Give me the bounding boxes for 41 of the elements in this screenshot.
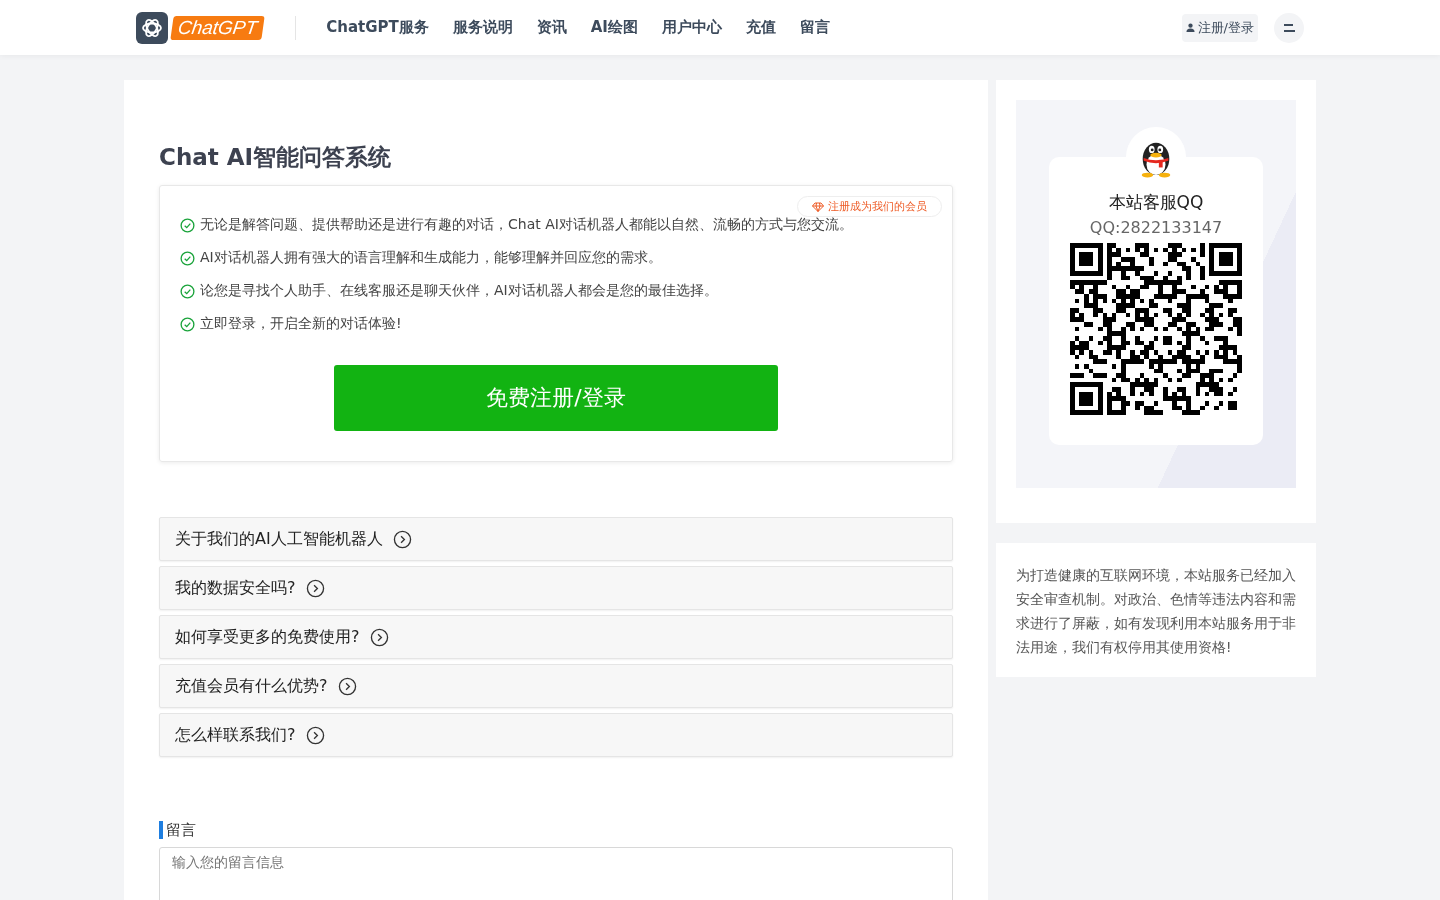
chevron-circle-icon [305, 578, 325, 598]
nav-link[interactable]: 充值 [745, 18, 776, 37]
check-circle-icon [180, 316, 195, 332]
chevron-circle-icon [392, 529, 412, 549]
menu-button[interactable] [1274, 12, 1304, 43]
nav-link[interactable]: AI绘图 [590, 18, 638, 37]
chevron-circle-icon [305, 725, 325, 745]
faq-question: 如何享受更多的免费使用? [175, 626, 360, 648]
login-button[interactable]: 注册/登录 [1181, 13, 1258, 42]
faq-item[interactable]: 充值会员有什么优势? [159, 664, 953, 708]
faq-item[interactable]: 如何享受更多的免费使用? [159, 615, 953, 659]
faq-question: 我的数据安全吗? [175, 577, 296, 599]
feature-text: 无论是解答问题、提供帮助还是进行有趣的对话，Chat AI对话机器人都能以自然、流畅的方式与您交流。 [200, 216, 853, 234]
qq-number: QQ:2822133147 [1089, 218, 1223, 237]
check-circle-icon [180, 283, 195, 299]
message-heading: 留言 [159, 821, 953, 839]
nav-link[interactable]: 留言 [799, 18, 830, 37]
check-circle-icon [180, 250, 195, 266]
contact-title: 本站客服QQ [1108, 191, 1204, 214]
section-title: Chat AI智能问答系统 [159, 143, 393, 172]
nav-link[interactable]: 资讯 [536, 18, 567, 37]
feature-text: 论您是寻找个人助手、在线客服还是聊天伙伴，AI对话机器人都会是您的最佳选择。 [200, 282, 718, 300]
faq-item[interactable]: 我的数据安全吗? [159, 566, 953, 610]
nav-link[interactable]: ChatGPT服务 [326, 18, 429, 37]
faq-question: 关于我们的AI人工智能机器人 [175, 528, 383, 550]
nav-link[interactable]: 用户中心 [661, 18, 722, 37]
feature-text: 立即登录，开启全新的对话体验! [200, 315, 402, 333]
user-icon [1185, 23, 1195, 32]
faq-question: 充值会员有什么优势? [175, 675, 328, 697]
message-field[interactable]: 输入您的留言信息 [159, 847, 953, 900]
chevron-circle-icon [369, 627, 389, 647]
menu-icon [1283, 22, 1295, 33]
faq-item[interactable]: 怎么样联系我们? [159, 713, 953, 757]
faq-item[interactable]: 关于我们的AI人工智能机器人 [159, 517, 953, 561]
chevron-circle-icon [337, 676, 357, 696]
diamond-icon [812, 201, 824, 212]
check-circle-icon [180, 217, 195, 233]
faq-question: 怎么样联系我们? [175, 724, 296, 746]
nav-link[interactable]: 服务说明 [452, 18, 513, 37]
feature-text: AI对话机器人拥有强大的语言理解和生成能力，能够理解并回应您的需求。 [200, 249, 662, 267]
notice-text: 为打造健康的互联网环境，本站服务已经加入安全审查机制。对政治、色情等违法内容和需求进行了屏蔽，如有发现利用本站服务用于非法用途，我们有权停用其使用资格! [1016, 566, 1296, 657]
